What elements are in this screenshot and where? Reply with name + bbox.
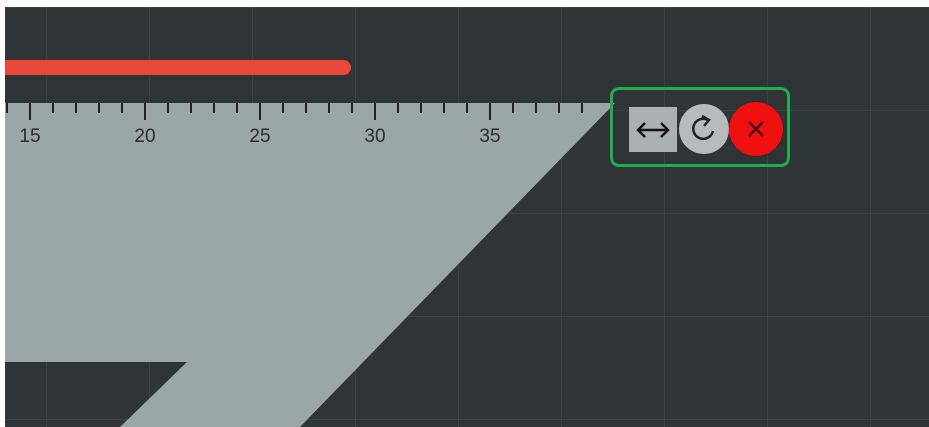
ruler-tick-label: 20 — [134, 126, 155, 147]
ruler-tick-label: 30 — [364, 126, 385, 147]
rotate-button[interactable] — [679, 104, 729, 154]
close-x-icon — [748, 121, 764, 137]
rotate-clockwise-icon — [692, 114, 715, 141]
set-square-controls — [610, 87, 790, 167]
ruler-tick-label: 25 — [249, 126, 270, 147]
double-arrow-horizontal-icon — [636, 121, 670, 138]
ruler-tick-label: 35 — [479, 126, 500, 147]
flip-button[interactable] — [629, 107, 677, 152]
close-button[interactable] — [729, 102, 783, 156]
set-square-body[interactable] — [5, 103, 615, 427]
set-square-tool[interactable]: 15 20 25 30 35 — [0, 0, 929, 427]
ruler-tick-label: 15 — [19, 126, 40, 147]
geometry-app: 15 20 25 30 35 — [0, 0, 929, 427]
